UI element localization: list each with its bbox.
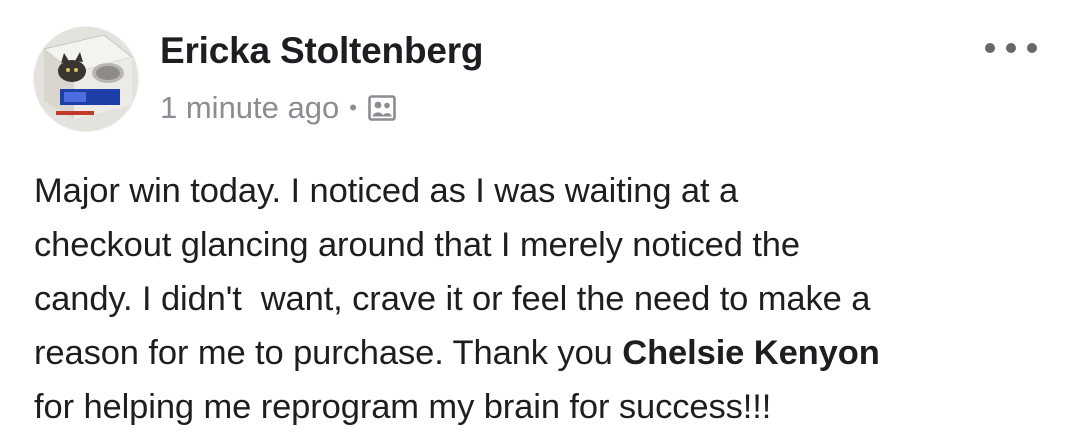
profile-photo-cat-icon (34, 27, 138, 131)
mention-link[interactable]: Chelsie Kenyon (622, 334, 880, 372)
avatar[interactable] (34, 27, 138, 131)
post-card: Ericka Stoltenberg 1 minute ago • Major … (0, 0, 1078, 444)
post-text-line: reason for me to purchase. Thank you Che… (34, 326, 1064, 380)
post-text-line: Major win today. I noticed as I was wait… (34, 172, 739, 210)
group-privacy-icon[interactable] (367, 93, 397, 123)
more-options-icon[interactable] (985, 34, 1037, 62)
post-body: Major win today. I noticed as I was wait… (34, 164, 1064, 434)
post-text-line: checkout glancing around that I merely n… (34, 226, 800, 264)
more-dot (1027, 43, 1037, 53)
more-dot (985, 43, 995, 53)
more-dot (1006, 43, 1016, 53)
post-text-line: for helping me reprogram my brain for su… (34, 388, 772, 426)
post-meta: 1 minute ago • (160, 88, 397, 128)
post-text-line: candy. I didn't want, crave it or feel t… (34, 280, 871, 318)
post-timestamp[interactable]: 1 minute ago (160, 90, 339, 126)
author-name[interactable]: Ericka Stoltenberg (160, 30, 484, 72)
post-text-segment: reason for me to purchase. Thank you (34, 334, 623, 372)
meta-separator: • (349, 95, 357, 120)
